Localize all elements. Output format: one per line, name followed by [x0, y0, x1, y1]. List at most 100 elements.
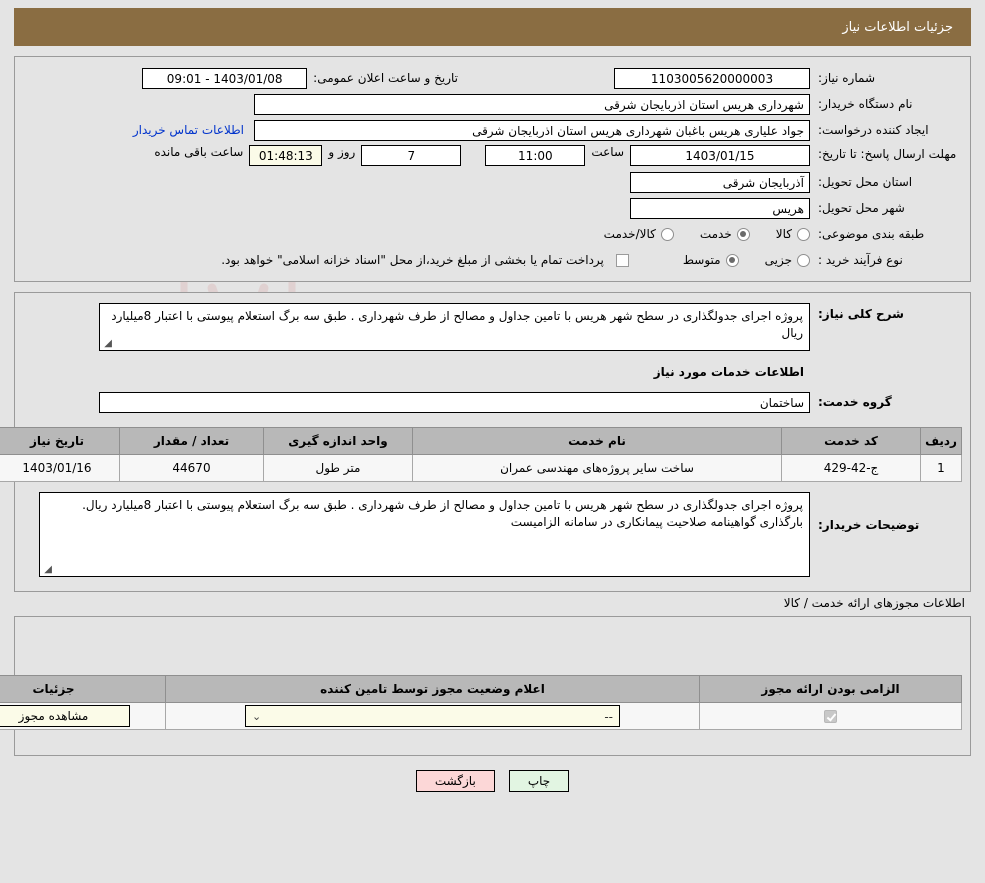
- radio-category-0-label: کالا: [775, 227, 792, 241]
- buyer-notes-text: پروژه اجرای جدولگذاری در سطح شهر هریس با…: [82, 498, 803, 529]
- row-service-group: گروه خدمت: ساختمان: [23, 391, 962, 413]
- permits-table-header-row: الزامی بودن ارائه مجوز اعلام وضعیت مجوز …: [0, 675, 962, 703]
- cell-code: ج-42-429: [781, 454, 921, 482]
- services-table-header-row: ردیف کد خدمت نام خدمت واحد اندازه گیری ت…: [0, 427, 962, 455]
- back-button[interactable]: بازگشت: [415, 770, 495, 792]
- table-row: 1 ج-42-429 ساخت سایر پروژه‌های مهندسی عم…: [0, 454, 962, 482]
- row-province: استان محل تحویل: آذربایجان شرقی: [23, 171, 962, 193]
- radio-process-0-label: جزیی: [764, 253, 792, 267]
- deadline-time: 11:00: [485, 145, 586, 166]
- permit-required-checkbox: [824, 710, 837, 723]
- remaining-days: 7: [361, 145, 462, 166]
- row-general-description: شرح کلی نیاز: پروژه اجرای جدولگذاری در س…: [23, 303, 962, 351]
- description-text: پروژه اجرای جدولگذاری در سطح شهر هریس با…: [111, 309, 803, 340]
- hour-label-1: ساعت: [591, 145, 624, 159]
- buyer-org-label: نام دستگاه خریدار:: [818, 97, 913, 111]
- row-process: نوع فرآیند خرید : جزیی متوسط پرداخت تمام…: [23, 249, 962, 271]
- th-name: نام خدمت: [412, 427, 782, 455]
- treasury-checkbox[interactable]: [615, 253, 629, 267]
- requester-label: ایجاد کننده درخواست:: [818, 123, 929, 137]
- th-unit: واحد اندازه گیری: [263, 427, 413, 455]
- buyer-notes-label: توضیحات خریدار:: [818, 518, 920, 532]
- resize-grip-icon[interactable]: ◢: [102, 339, 112, 349]
- cell-permit-required: [699, 702, 962, 730]
- public-announce-label: تاریخ و ساعت اعلان عمومی:: [313, 71, 458, 85]
- description-panel: شرح کلی نیاز: پروژه اجرای جدولگذاری در س…: [0, 292, 971, 592]
- radio-process-0[interactable]: جزیی: [765, 253, 810, 267]
- radio-category-2-label: کالا/خدمت: [603, 227, 656, 241]
- need-number-label: شماره نیاز:: [818, 71, 875, 85]
- deadline-date: 1403/01/15: [630, 145, 810, 166]
- remaining-time: 01:48:13: [249, 145, 323, 166]
- th-permit-status: اعلام وضعیت مجوز توسط تامین کننده: [165, 675, 700, 703]
- th-date: تاریخ نیاز: [0, 427, 120, 455]
- radio-circle-icon: [797, 227, 810, 241]
- row-requester: ایجاد کننده درخواست: جواد علیاری هریس با…: [23, 119, 962, 141]
- row-buyer-notes: توضیحات خریدار: پروژه اجرای جدولگذاری در…: [23, 492, 962, 577]
- days-and-label: روز و: [328, 145, 356, 159]
- row-need-number: شماره نیاز: 1103005620000003 تاریخ و ساع…: [23, 67, 962, 89]
- province-value: آذربایجان شرقی: [630, 171, 810, 193]
- page-root: جزئیات اطلاعات نیاز شماره نیاز: 11030056…: [0, 8, 985, 792]
- cell-permit-details: مشاهده مجوز: [0, 702, 166, 730]
- permits-heading: اطلاعات مجوزهای ارائه خدمت / کالا: [783, 596, 965, 610]
- permit-status-value: --: [604, 710, 613, 724]
- requester-value: جواد علیاری هریس باغبان شهرداری هریس است…: [254, 119, 810, 141]
- th-permit-details: جزئیات: [0, 675, 166, 703]
- page-title: جزئیات اطلاعات نیاز: [842, 19, 953, 35]
- services-heading: اطلاعات خدمات مورد نیاز: [653, 365, 804, 379]
- cell-date: 1403/01/16: [0, 454, 120, 482]
- row-category: طبقه بندی موضوعی: کالا خدمت کالا/خدمت: [23, 223, 962, 245]
- description-label: شرح کلی نیاز:: [818, 307, 904, 321]
- radio-category-1-label: خدمت: [699, 227, 732, 241]
- process-radio-group: جزیی متوسط: [657, 253, 810, 267]
- th-code: کد خدمت: [781, 427, 921, 455]
- city-label: شهر محل تحویل:: [818, 201, 905, 215]
- public-announce-value: 1403/01/08 - 09:01: [142, 67, 308, 89]
- view-permit-button[interactable]: مشاهده مجوز: [0, 705, 130, 727]
- need-number-value: 1103005620000003: [614, 67, 810, 89]
- radio-circle-selected-icon: [736, 227, 750, 241]
- row-buyer-org: نام دستگاه خریدار: شهرداری هریس استان اذ…: [23, 93, 962, 115]
- permits-table: الزامی بودن ارائه مجوز اعلام وضعیت مجوز …: [0, 675, 962, 730]
- th-row: ردیف: [920, 427, 962, 455]
- radio-category-1[interactable]: خدمت: [700, 227, 750, 241]
- row-deadline: مهلت ارسال پاسخ: تا تاریخ: 1403/01/15 سا…: [23, 145, 962, 167]
- cell-permit-status: ⌄ --: [165, 702, 700, 730]
- cell-name: ساخت سایر پروژه‌های مهندسی عمران: [412, 454, 782, 482]
- buyer-contact-link[interactable]: اطلاعات تماس خریدار: [133, 123, 244, 137]
- footer-button-bar: بازگشت چاپ: [0, 770, 985, 792]
- cell-unit: متر طول: [263, 454, 413, 482]
- radio-category-0[interactable]: کالا: [776, 227, 810, 241]
- cell-row: 1: [920, 454, 962, 482]
- permit-status-select[interactable]: ⌄ --: [245, 705, 620, 727]
- treasury-note-label: پرداخت تمام یا بخشی از مبلغ خرید،از محل …: [221, 253, 604, 267]
- cell-quantity: 44670: [119, 454, 264, 482]
- radio-category-2[interactable]: کالا/خدمت: [604, 227, 674, 241]
- deadline-label: مهلت ارسال پاسخ: تا تاریخ:: [818, 147, 957, 161]
- service-group-value: ساختمان: [99, 391, 810, 413]
- province-label: استان محل تحویل:: [818, 175, 913, 189]
- resize-grip-icon[interactable]: ◢: [42, 565, 52, 575]
- buyer-notes-value[interactable]: پروژه اجرای جدولگذاری در سطح شهر هریس با…: [39, 492, 810, 577]
- services-table: ردیف کد خدمت نام خدمت واحد اندازه گیری ت…: [0, 427, 962, 482]
- permits-panel: الزامی بودن ارائه مجوز اعلام وضعیت مجوز …: [0, 616, 971, 756]
- service-group-label: گروه خدمت:: [818, 395, 892, 409]
- buyer-org-value: شهرداری هریس استان اذربایجان شرقی: [254, 93, 810, 115]
- radio-circle-selected-icon: [725, 253, 739, 267]
- radio-process-1[interactable]: متوسط: [683, 253, 739, 267]
- page-title-bar: جزئیات اطلاعات نیاز: [14, 8, 971, 46]
- remaining-suffix-label: ساعت باقی مانده: [154, 145, 244, 159]
- radio-process-1-label: متوسط: [682, 253, 721, 267]
- category-label: طبقه بندی موضوعی:: [818, 227, 925, 241]
- table-row: ⌄ -- مشاهده مجوز: [0, 702, 962, 730]
- need-info-panel: شماره نیاز: 1103005620000003 تاریخ و ساع…: [14, 56, 971, 282]
- category-radio-group: کالا خدمت کالا/خدمت: [578, 227, 810, 241]
- th-quantity: تعداد / مقدار: [119, 427, 264, 455]
- th-permit-required: الزامی بودن ارائه مجوز: [699, 675, 962, 703]
- description-value[interactable]: پروژه اجرای جدولگذاری در سطح شهر هریس با…: [99, 303, 810, 351]
- chevron-down-icon: ⌄: [252, 710, 262, 723]
- radio-circle-icon: [660, 227, 674, 241]
- city-value: هریس: [630, 197, 810, 219]
- print-button[interactable]: چاپ: [508, 770, 570, 792]
